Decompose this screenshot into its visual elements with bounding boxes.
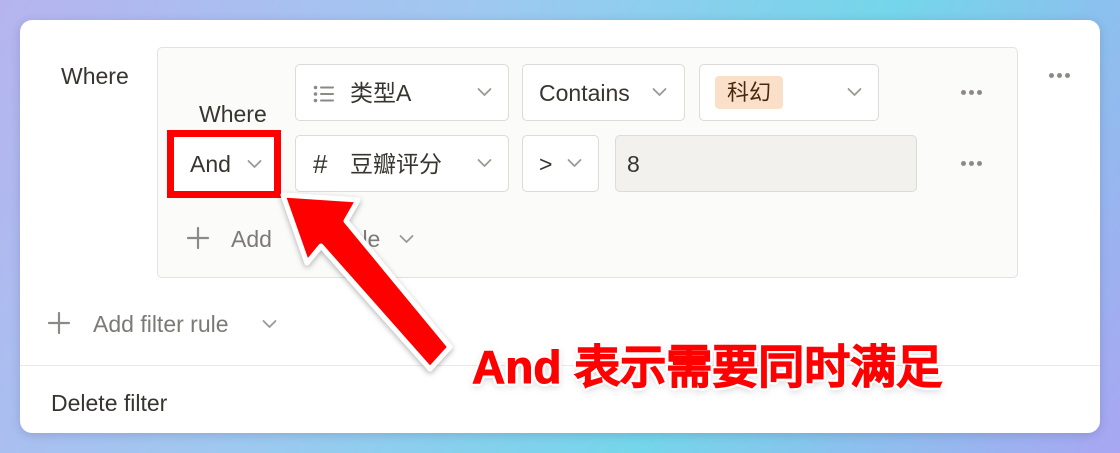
rule2-more-icon[interactable] — [961, 161, 982, 166]
add-group-rule-label: Add — [231, 226, 272, 252]
annotation-text: And 表示需要同时满足 — [471, 341, 943, 393]
rule1-value-select[interactable]: 科幻 — [699, 64, 879, 121]
rule1-operator-label: Contains — [539, 80, 630, 106]
rule2-operator-label: > — [539, 151, 553, 177]
rule1-property-label: 类型A — [350, 80, 412, 106]
list-icon — [313, 85, 334, 103]
rule2-property-label: 豆瓣评分 — [350, 151, 442, 177]
rule1-more-icon[interactable] — [961, 90, 982, 95]
add-filter-rule-label: Add filter rule — [93, 311, 229, 337]
and-label: And — [190, 151, 231, 177]
delete-filter-button[interactable]: Delete filter — [51, 392, 167, 415]
chevron-down-icon — [477, 87, 492, 97]
add-filter-rule-button[interactable]: Add filter rule — [47, 308, 307, 338]
filter-group: Where 类型A Contains 科幻 # 豆瓣评分 > 8 Add rul… — [157, 47, 1018, 278]
add-group-rule-tail: rule — [342, 226, 381, 252]
chevron-down-icon — [477, 158, 492, 168]
hash-icon: # — [313, 149, 328, 179]
plus-icon — [186, 226, 210, 250]
rule1-property-select[interactable]: 类型A — [295, 64, 509, 121]
chevron-down-icon — [652, 87, 667, 97]
rule2-property-select[interactable]: # 豆瓣评分 — [295, 135, 509, 192]
plus-icon — [47, 311, 71, 335]
chevron-down-icon — [847, 87, 862, 97]
rule2-operator-select[interactable]: > — [522, 135, 599, 192]
chevron-down-icon — [399, 234, 414, 244]
value-tag[interactable]: 科幻 — [715, 76, 784, 109]
chevron-down-icon — [247, 159, 262, 169]
rule1-operator-select[interactable]: Contains — [522, 64, 685, 121]
outer-where-label: Where — [61, 63, 129, 89]
rule1-where-label: Where — [199, 101, 267, 127]
rule2-value-input[interactable]: 8 — [615, 135, 917, 192]
and-conjunction-select[interactable]: And — [167, 130, 281, 198]
chevron-down-icon — [262, 319, 277, 329]
chevron-down-icon — [567, 158, 582, 168]
rule2-value-text: 8 — [627, 151, 640, 177]
outer-more-icon[interactable] — [1049, 73, 1070, 78]
add-group-rule-button[interactable]: Add rule — [186, 224, 486, 254]
